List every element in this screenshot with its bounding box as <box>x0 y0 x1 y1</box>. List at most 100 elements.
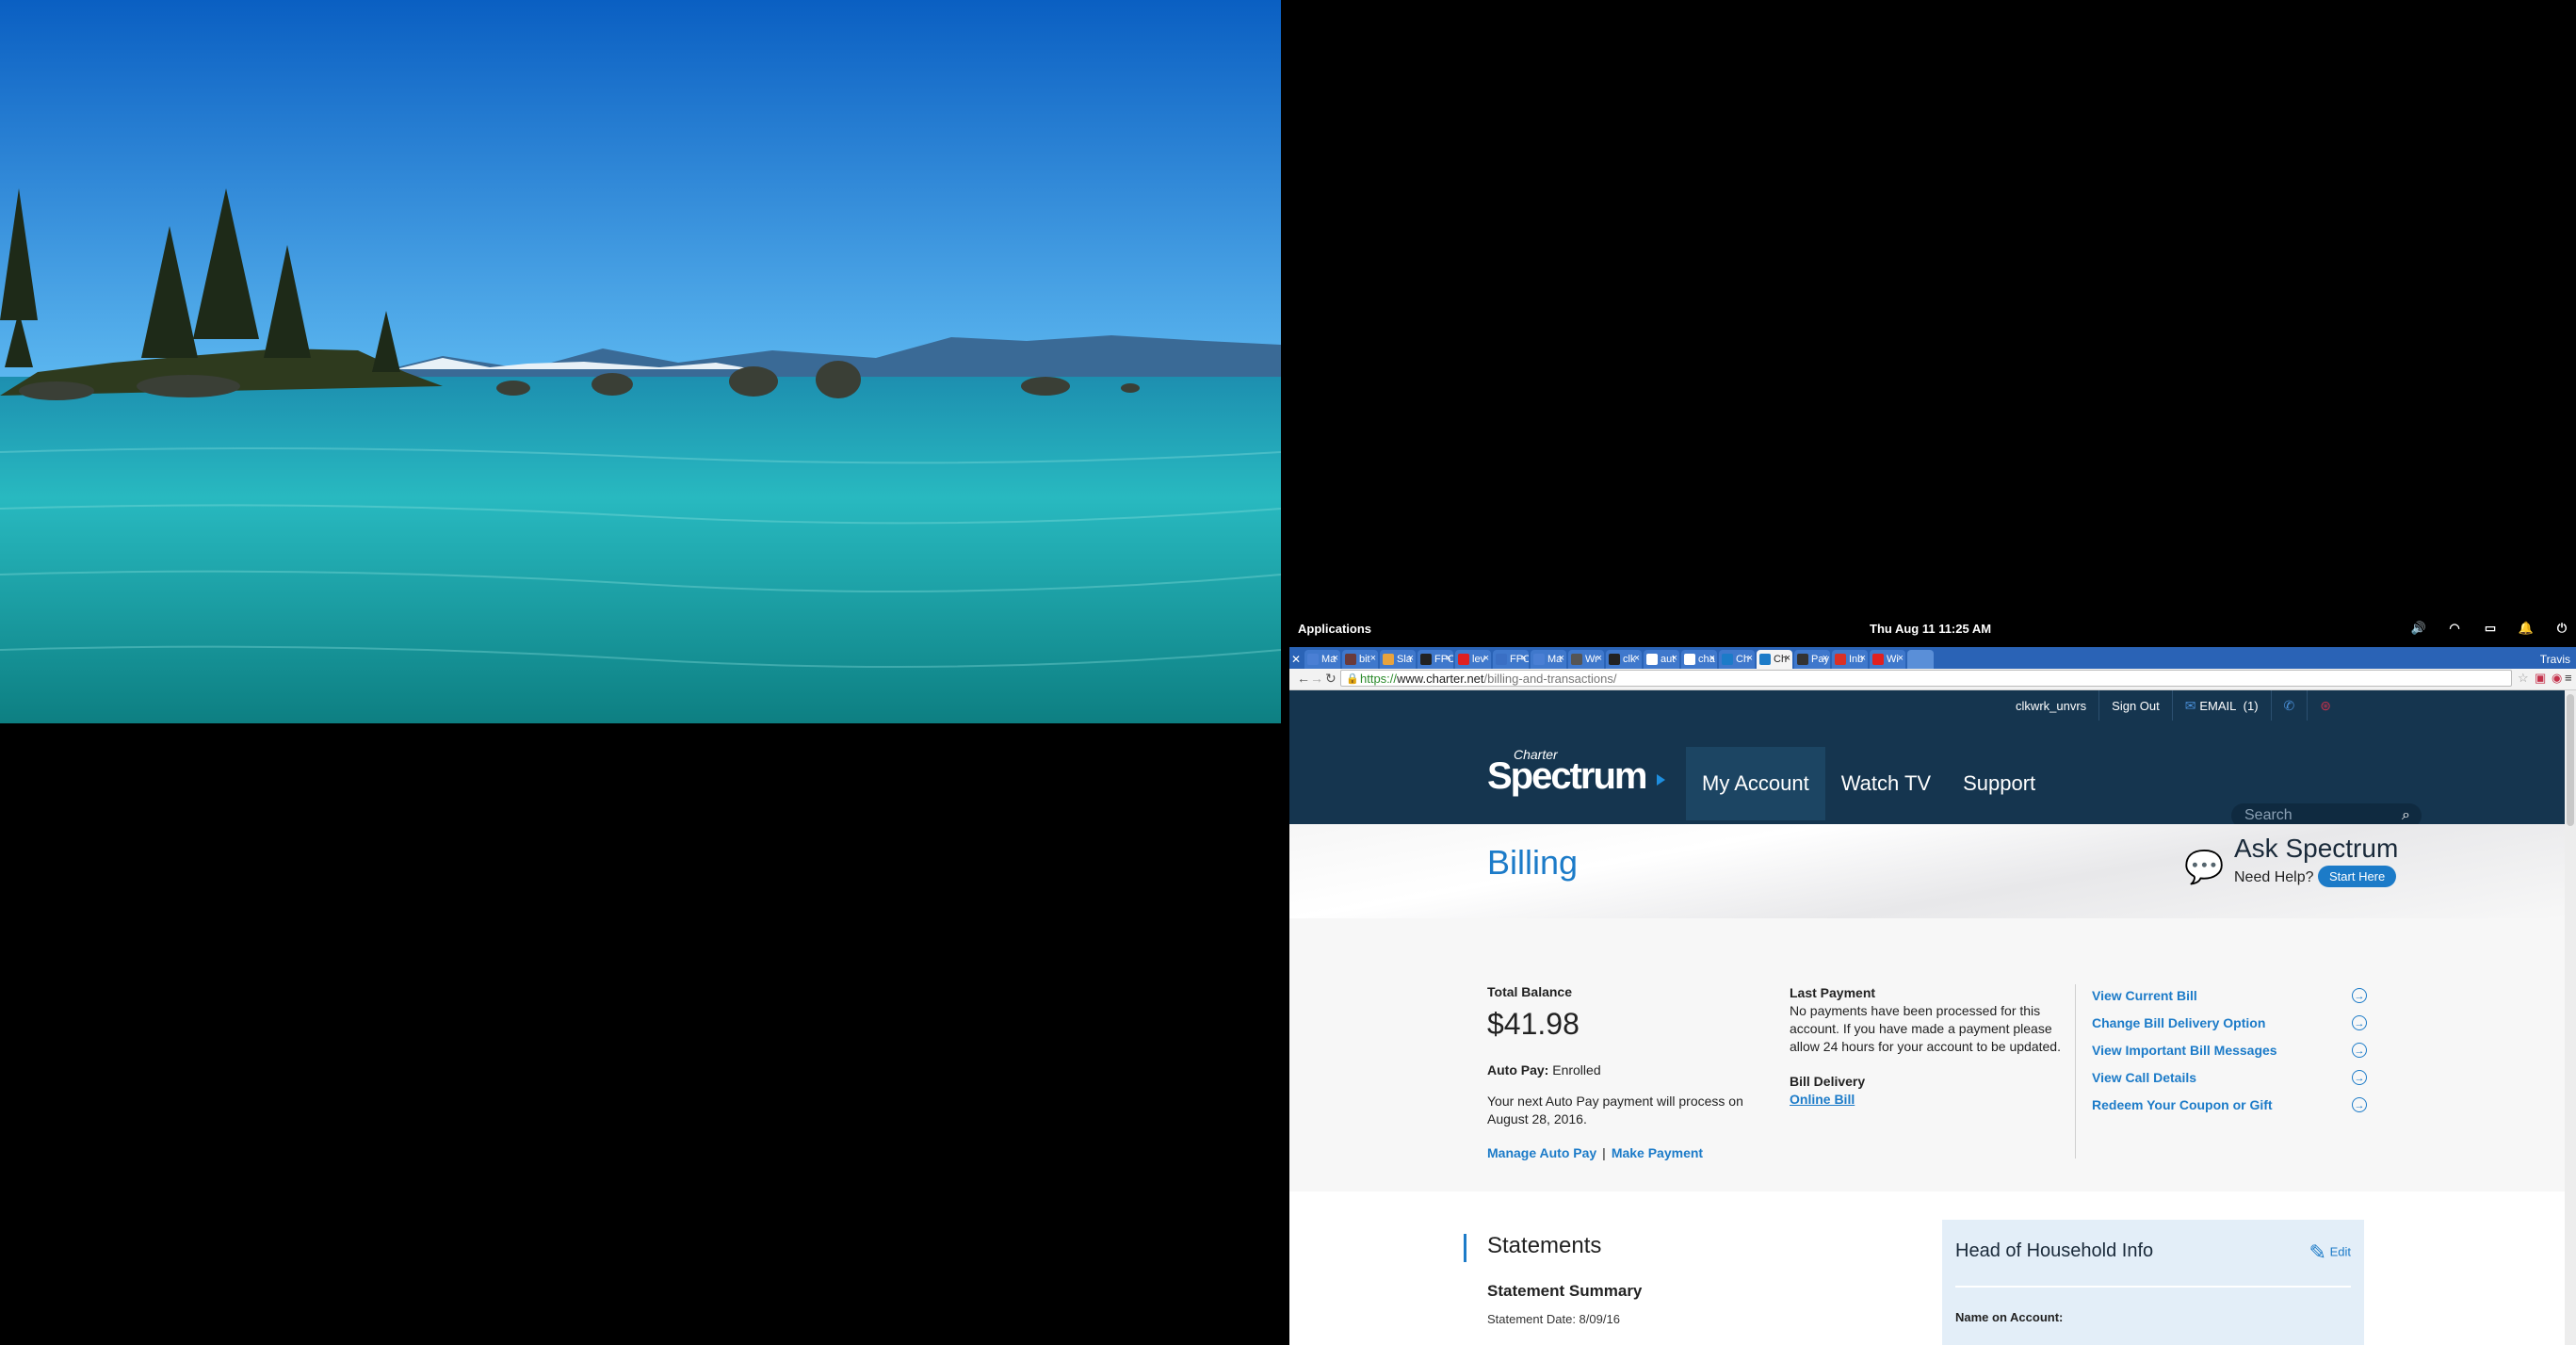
link-view-current-bill[interactable]: View Current Bill → <box>2092 981 2367 1009</box>
scrollbar-thumb[interactable] <box>2567 694 2574 826</box>
browser-tab[interactable]: Ma × <box>1531 650 1566 669</box>
bookmark-icon <box>1797 654 1808 665</box>
right-screen: Applications Thu Aug 11 11:25 AM 🔊 ◠ ▭ 🔔… <box>1289 617 2576 1345</box>
browser-tab[interactable]: Ma × <box>1304 650 1340 669</box>
need-help-text: Need Help? <box>2234 869 2314 885</box>
browser-tab[interactable]: Sla × <box>1380 650 1416 669</box>
browser-tab[interactable]: cha × <box>1681 650 1717 669</box>
username-link[interactable]: clkwrk_unvrs <box>2016 699 2086 713</box>
power-icon[interactable]: ⏻ <box>2553 620 2570 637</box>
edit-icon: ✎ <box>2309 1240 2326 1264</box>
browser-tab[interactable]: bit × <box>1342 650 1378 669</box>
payment-links: Manage Auto Pay | Make Payment <box>1487 1145 1774 1160</box>
lifesaver-icon[interactable]: ⊛ <box>2320 698 2331 714</box>
browser-tab[interactable]: Ch × <box>1719 650 1755 669</box>
google-icon <box>1646 654 1658 665</box>
browser-tab-strip: ✕ Ma × bit × Sla × FPC × lev × FPC × Ma × Wr × clk × aut × c… <box>1289 647 2576 669</box>
household-title: Head of Household Info <box>1955 1240 2154 1261</box>
start-here-button[interactable]: Start Here <box>2318 866 2397 887</box>
nav-support[interactable]: Support <box>1947 747 2051 820</box>
browser-tab[interactable]: Inb × <box>1832 650 1868 669</box>
nav-my-account[interactable]: My Account <box>1686 747 1825 820</box>
statement-summary-heading: Statement Summary <box>1487 1282 1643 1300</box>
manage-autopay-link[interactable]: Manage Auto Pay <box>1487 1145 1596 1160</box>
close-tab-icon[interactable]: × <box>1898 653 1904 664</box>
close-tab-icon[interactable]: × <box>1709 653 1715 664</box>
close-tab-icon[interactable]: × <box>1446 653 1451 664</box>
link-label: View Call Details <box>2092 1069 2197 1085</box>
close-tab-icon[interactable]: × <box>1483 653 1489 664</box>
link-bill-messages[interactable]: View Important Bill Messages → <box>2092 1036 2367 1063</box>
browser-tab[interactable]: FPC × <box>1493 650 1529 669</box>
applications-menu[interactable]: Applications <box>1298 622 1371 636</box>
last-payment-label: Last Payment <box>1790 985 1876 1000</box>
make-payment-link[interactable]: Make Payment <box>1612 1145 1703 1160</box>
page-banner: Billing 💬 Ask Spectrum Need Help? Start … <box>1289 824 2565 918</box>
close-tab-icon[interactable]: × <box>1408 653 1414 664</box>
github-icon <box>1609 654 1620 665</box>
search-placeholder: Search <box>2244 807 2292 823</box>
battery-icon[interactable]: ▭ <box>2482 620 2499 637</box>
link-label: Redeem Your Coupon or Gift <box>2092 1096 2273 1112</box>
close-tab-icon[interactable]: × <box>1860 653 1866 664</box>
card-divider <box>1955 1286 2351 1288</box>
close-tab-icon[interactable]: × <box>1672 653 1677 664</box>
link-label: View Current Bill <box>2092 987 2197 1003</box>
utility-bar: clkwrk_unvrs Sign Out ✉ EMAIL (1) ✆ ⊛ <box>2016 690 2331 721</box>
browser-tab[interactable]: Wi × <box>1870 650 1905 669</box>
browser-tab[interactable]: Pay × <box>1794 650 1830 669</box>
globe-icon <box>1571 654 1582 665</box>
browser-tab[interactable]: clk × <box>1606 650 1642 669</box>
wifi-icon[interactable]: ◠ <box>2446 620 2463 637</box>
close-tab-icon[interactable]: × <box>1785 653 1790 664</box>
close-tab-icon[interactable]: × <box>1559 653 1564 664</box>
online-bill-link[interactable]: Online Bill <box>1790 1091 2067 1109</box>
close-tab-icon[interactable]: × <box>1634 653 1640 664</box>
browser-tab[interactable]: aut × <box>1644 650 1679 669</box>
clock[interactable]: Thu Aug 11 11:25 AM <box>1870 622 1991 636</box>
close-tab-icon[interactable]: × <box>1596 653 1602 664</box>
close-window-icon[interactable]: ✕ <box>1289 653 1303 669</box>
phone-icon[interactable]: ✆ <box>2284 698 2295 714</box>
close-tab-icon[interactable]: × <box>1747 653 1753 664</box>
back-icon[interactable]: ← <box>1297 671 1310 686</box>
logo-arrow-icon <box>1657 774 1665 786</box>
next-payment-text: Your next Auto Pay payment will process … <box>1487 1094 1743 1126</box>
browser-tab[interactable]: Ch × <box>1757 650 1792 669</box>
browser-tab[interactable]: lev × <box>1455 650 1491 669</box>
tab-list: Ma × bit × Sla × FPC × lev × FPC × Ma × Wr × clk × aut × cha… <box>1303 650 1905 669</box>
reload-icon[interactable]: ↻ <box>1325 671 1337 687</box>
close-tab-icon[interactable]: × <box>1333 653 1338 664</box>
edit-household-button[interactable]: ✎ Edit <box>2309 1240 2351 1265</box>
forward-icon[interactable]: → <box>1310 671 1323 686</box>
link-redeem-coupon[interactable]: Redeem Your Coupon or Gift → <box>2092 1091 2367 1118</box>
link-label: Change Bill Delivery Option <box>2092 1014 2266 1030</box>
close-tab-icon[interactable]: × <box>1370 653 1376 664</box>
browser-tab[interactable]: FPC × <box>1418 650 1453 669</box>
bookmark-star-icon[interactable]: ☆ <box>2518 671 2529 686</box>
statements-section: Statements Statement Summary Statement D… <box>1289 1191 2565 1345</box>
autopay-status: Auto Pay: Enrolled <box>1487 1062 1774 1078</box>
charter-icon <box>1722 654 1733 665</box>
sign-out-link[interactable]: Sign Out <box>2112 699 2160 713</box>
close-tab-icon[interactable]: × <box>1521 653 1527 664</box>
nav-watch-tv[interactable]: Watch TV <box>1825 747 1947 820</box>
link-change-delivery[interactable]: Change Bill Delivery Option → <box>2092 1009 2367 1036</box>
close-tab-icon[interactable]: × <box>1823 653 1828 664</box>
url-path: /billing-and-transactions/ <box>1483 672 1617 686</box>
extension-mail-icon[interactable]: ▣ <box>2535 671 2546 686</box>
lock-icon: 🔒 <box>1346 673 1359 685</box>
new-tab-button[interactable] <box>1907 650 1934 669</box>
address-bar[interactable]: 🔒 https://www.charter.net/billing-and-tr… <box>1340 670 2512 687</box>
email-link[interactable]: ✉ EMAIL (1) <box>2185 698 2259 714</box>
page-scrollbar[interactable] <box>2565 690 2576 1345</box>
extension-opera-icon[interactable]: ◉ <box>2552 671 2562 686</box>
main-nav: My Account Watch TV Support <box>1686 747 2051 820</box>
tab-label: bit <box>1359 654 1370 665</box>
profile-name[interactable]: Travis <box>2535 653 2576 669</box>
volume-icon[interactable]: 🔊 <box>2410 620 2427 637</box>
bell-icon[interactable]: 🔔 <box>2518 620 2535 637</box>
browser-tab[interactable]: Wr × <box>1568 650 1604 669</box>
link-call-details[interactable]: View Call Details → <box>2092 1063 2367 1091</box>
menu-icon[interactable]: ≡ <box>2565 671 2572 685</box>
